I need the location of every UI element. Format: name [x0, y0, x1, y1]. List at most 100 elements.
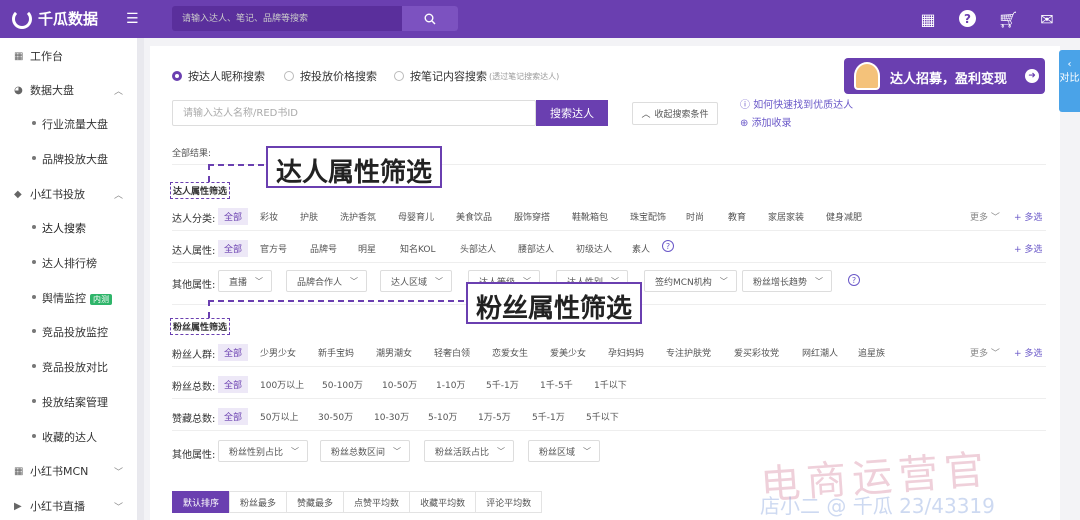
filter-option[interactable]: 母婴育儿 — [392, 208, 440, 225]
dropdown-brand-partner[interactable]: 品牌合作人 ﹀ — [286, 270, 368, 292]
filter-option[interactable]: 健身减肥 — [820, 208, 868, 225]
filter-option[interactable]: 追星族 — [852, 344, 891, 361]
grid-icon[interactable]: ▦ — [919, 10, 937, 29]
filter-option[interactable]: 家居家装 — [762, 208, 810, 225]
filter-option[interactable]: 初级达人 — [570, 240, 618, 257]
search-influencer-button[interactable]: 搜索达人 — [536, 100, 608, 126]
filter-option[interactable]: 腰部达人 — [512, 240, 560, 257]
sort-tab-likes[interactable]: 赞藏最多 — [286, 491, 345, 513]
help-icon[interactable]: ? — [959, 10, 976, 27]
filter-option[interactable]: 珠宝配饰 — [624, 208, 672, 225]
multi-select-button[interactable]: + 多选 — [1014, 242, 1042, 255]
filter-option[interactable]: 1千以下 — [588, 376, 633, 393]
cart-icon[interactable]: 🛒︎ — [998, 10, 1018, 29]
brand-logo[interactable]: 千瓜数据 — [12, 8, 98, 29]
help-link-add-record[interactable]: ⊕ 添加收录 — [740, 114, 792, 129]
dropdown-fans-range[interactable]: 粉丝总数区间 ﹀ — [320, 440, 411, 462]
filter-option[interactable]: 5千-1万 — [526, 408, 571, 425]
filter-option[interactable]: 护肤 — [294, 208, 324, 225]
sort-tab-default[interactable]: 默认排序 — [172, 491, 231, 513]
filter-option[interactable]: 10-50万 — [376, 376, 423, 393]
filter-option[interactable]: 全部 — [218, 408, 249, 425]
dropdown-fans-active[interactable]: 粉丝活跃占比 ﹀ — [424, 440, 515, 462]
sidebar-item-competitor-monitor[interactable]: 竞品投放监控 — [0, 322, 138, 342]
filter-option[interactable]: 专注护肤党 — [660, 344, 717, 361]
multi-select-button[interactable]: + 多选 — [1014, 210, 1042, 223]
filter-option[interactable]: 品牌号 — [304, 240, 343, 257]
filter-option[interactable]: 1万-5万 — [472, 408, 517, 425]
sidebar-item-xhs-live[interactable]: ▶ 小红书直播 ﹀ — [0, 496, 138, 516]
sort-tab-avg-comments[interactable]: 评论平均数 — [475, 491, 543, 513]
sidebar-item-xhs-campaign[interactable]: ◆ 小红书投放 ︿ — [0, 184, 138, 204]
sidebar-item-workbench[interactable]: ▦ 工作台 — [0, 46, 138, 66]
collapse-filters-button[interactable]: ︿ 收起搜索条件 — [632, 102, 718, 125]
filter-option[interactable]: 服饰穿搭 — [508, 208, 556, 225]
more-button[interactable]: 更多 ﹀ — [970, 210, 1000, 223]
filter-option[interactable]: 新手宝妈 — [312, 344, 360, 361]
filter-option[interactable]: 恋爱女生 — [486, 344, 534, 361]
sidebar-item-brand-dashboard[interactable]: 品牌投放大盘 — [0, 149, 138, 169]
filter-option[interactable]: 洗护香氛 — [334, 208, 382, 225]
filter-option[interactable]: 5-10万 — [422, 408, 463, 425]
search-mode-nickname[interactable]: 按达人昵称搜索 — [172, 68, 265, 84]
filter-option[interactable]: 10-30万 — [368, 408, 415, 425]
question-icon[interactable]: ? — [848, 274, 860, 286]
filter-option[interactable]: 5千-1万 — [480, 376, 525, 393]
filter-option[interactable]: 50万以上 — [254, 408, 304, 425]
sidebar-item-data-dashboard[interactable]: ◕ 数据大盘 ︿ — [0, 80, 138, 100]
filter-option[interactable]: 美食饮品 — [450, 208, 498, 225]
filter-option[interactable]: 彩妆 — [254, 208, 284, 225]
filter-option[interactable]: 教育 — [722, 208, 752, 225]
filter-option[interactable]: 官方号 — [254, 240, 293, 257]
filter-option[interactable]: 爱买彩妆党 — [728, 344, 785, 361]
sidebar-item-campaign-report[interactable]: 投放结案管理 — [0, 392, 138, 412]
filter-option[interactable]: 头部达人 — [454, 240, 502, 257]
more-button[interactable]: 更多 ﹀ — [970, 346, 1000, 359]
filter-option[interactable]: 100万以上 — [254, 376, 310, 393]
filter-option[interactable]: 时尚 — [680, 208, 710, 225]
influencer-keyword-input[interactable] — [172, 100, 536, 126]
menu-toggle-icon[interactable]: ☰ — [126, 11, 139, 27]
sort-tab-fans[interactable]: 粉丝最多 — [229, 491, 288, 513]
filter-option[interactable]: 全部 — [218, 344, 249, 361]
sidebar-scrollbar[interactable] — [138, 38, 144, 520]
sidebar-item-industry-traffic[interactable]: 行业流量大盘 — [0, 114, 138, 134]
sidebar-item-sentiment[interactable]: 舆情监控 内测 — [0, 288, 138, 308]
filter-option[interactable]: 30-50万 — [312, 408, 359, 425]
mail-icon[interactable]: ✉ — [1038, 10, 1056, 29]
filter-option[interactable]: 少男少女 — [254, 344, 302, 361]
global-search-input[interactable] — [172, 6, 402, 31]
filter-option[interactable]: 1-10万 — [430, 376, 471, 393]
dropdown-live[interactable]: 直播 ﹀ — [218, 270, 273, 292]
filter-option[interactable]: 爱美少女 — [544, 344, 592, 361]
search-mode-content[interactable]: 按笔记内容搜索 (透过笔记搜索达人) — [394, 68, 559, 84]
search-mode-price[interactable]: 按投放价格搜索 — [284, 68, 377, 84]
sort-tab-avg-favorites[interactable]: 收藏平均数 — [409, 491, 477, 513]
question-icon[interactable]: ? — [662, 240, 674, 252]
filter-option[interactable]: 轻奢白领 — [428, 344, 476, 361]
filter-option[interactable]: 素人 — [626, 240, 656, 257]
sidebar-item-competitor-compare[interactable]: 竞品投放对比 — [0, 357, 138, 377]
dropdown-fans-growth[interactable]: 粉丝增长趋势 ﹀ — [742, 270, 833, 292]
recruit-banner[interactable]: 达人招募，盈利变现 ➜ — [844, 58, 1045, 94]
filter-option[interactable]: 鞋靴箱包 — [566, 208, 614, 225]
dropdown-region[interactable]: 达人区域 ﹀ — [380, 270, 453, 292]
filter-option[interactable]: 全部 — [218, 376, 249, 393]
compare-side-tab[interactable]: ‹ 对比 — [1059, 50, 1080, 112]
sidebar-item-influencer-ranking[interactable]: 达人排行榜 — [0, 253, 138, 273]
filter-option[interactable]: 知名KOL — [394, 240, 442, 257]
sidebar-item-favorites[interactable]: 收藏的达人 — [0, 427, 138, 447]
sidebar-item-xhs-mcn[interactable]: ▦ 小红书MCN ﹀ — [0, 461, 138, 481]
global-search-button[interactable] — [402, 6, 458, 31]
filter-option[interactable]: 1千-5千 — [534, 376, 579, 393]
sidebar-item-influencer-search[interactable]: 达人搜索 — [0, 218, 138, 238]
filter-option[interactable]: 全部 — [218, 240, 249, 257]
dropdown-fans-region[interactable]: 粉丝区域 ﹀ — [528, 440, 601, 462]
multi-select-button[interactable]: + 多选 — [1014, 346, 1042, 359]
dropdown-mcn[interactable]: 签约MCN机构 ﹀ — [644, 270, 737, 292]
filter-option[interactable]: 潮男潮女 — [370, 344, 418, 361]
filter-option[interactable]: 全部 — [218, 208, 249, 225]
filter-option[interactable]: 50-100万 — [316, 376, 369, 393]
filter-option[interactable]: 明星 — [352, 240, 382, 257]
dropdown-fans-gender[interactable]: 粉丝性别占比 ﹀ — [218, 440, 309, 462]
